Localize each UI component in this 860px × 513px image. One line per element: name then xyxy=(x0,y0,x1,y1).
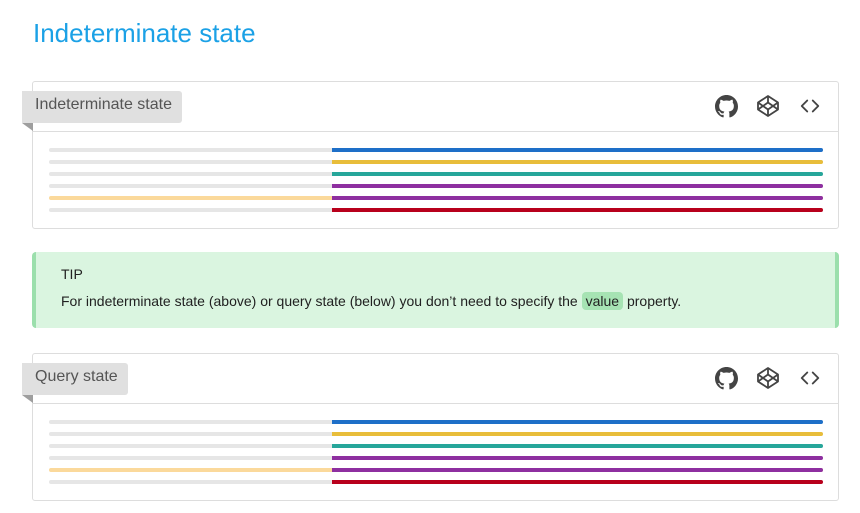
card-label: Query state xyxy=(22,363,128,403)
linear-progress-red xyxy=(49,480,823,484)
progress-list xyxy=(33,132,838,228)
github-icon[interactable] xyxy=(714,366,738,390)
linear-progress-red xyxy=(49,208,823,212)
codepen-icon[interactable] xyxy=(756,366,780,390)
tip-text-before: For indeterminate state (above) or query… xyxy=(61,293,582,309)
tip-text: For indeterminate state (above) or query… xyxy=(61,290,835,312)
progress-list xyxy=(33,404,838,500)
code-icon[interactable] xyxy=(798,94,822,118)
linear-progress-teal xyxy=(49,444,823,448)
tip-text-after: property. xyxy=(623,293,682,309)
page-title: Indeterminate state xyxy=(33,18,256,48)
card-toolbar xyxy=(714,94,822,118)
card-toolbar xyxy=(714,366,822,390)
linear-progress-purple xyxy=(49,456,823,460)
linear-progress-purple-orange-track xyxy=(49,196,823,200)
linear-progress-yellow xyxy=(49,160,823,164)
github-icon[interactable] xyxy=(714,94,738,118)
example-card-query: Query state xyxy=(22,353,839,501)
card-label: Indeterminate state xyxy=(22,91,182,131)
linear-progress-teal xyxy=(49,172,823,176)
linear-progress-purple-orange-track xyxy=(49,468,823,472)
card-header: Indeterminate state xyxy=(22,82,838,132)
tip-callout: TIP For indeterminate state (above) or q… xyxy=(32,252,839,328)
linear-progress-yellow xyxy=(49,432,823,436)
code-value-chip: value xyxy=(581,292,624,310)
tip-title: TIP xyxy=(61,266,83,282)
card-header: Query state xyxy=(22,354,838,404)
linear-progress-purple xyxy=(49,184,823,188)
linear-progress-blue xyxy=(49,420,823,424)
codepen-icon[interactable] xyxy=(756,94,780,118)
example-card-indeterminate: Indeterminate state xyxy=(22,81,839,229)
code-icon[interactable] xyxy=(798,366,822,390)
linear-progress-blue xyxy=(49,148,823,152)
